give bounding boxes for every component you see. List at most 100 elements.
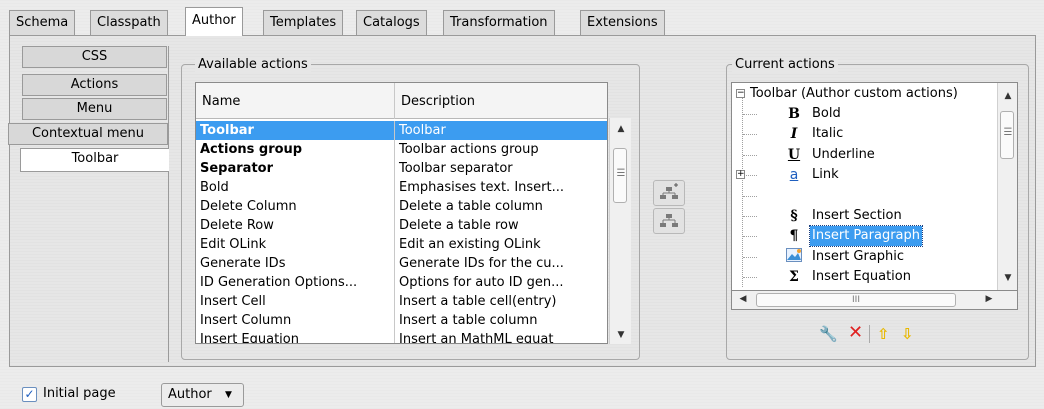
tab-classpath[interactable]: Classpath bbox=[90, 10, 168, 35]
tree-scroll-right-icon[interactable]: ▶ bbox=[982, 294, 996, 304]
tree-item-label: Insert Graphic bbox=[812, 249, 905, 264]
tree-item-label: Underline bbox=[812, 147, 875, 162]
cell-description: Insert an MathML equat bbox=[399, 332, 554, 344]
column-header-name[interactable]: Name bbox=[196, 83, 395, 119]
available-actions-table: Name Description Toolbar Toolbar Actions g… bbox=[195, 82, 608, 344]
tab-transformation[interactable]: Transformation bbox=[443, 10, 555, 35]
toolbar-divider bbox=[869, 325, 870, 343]
section-icon: § bbox=[790, 208, 798, 224]
expand-icon[interactable]: + bbox=[736, 170, 745, 179]
cell-description: Toolbar bbox=[399, 123, 446, 138]
scroll-up-icon[interactable]: ▲ bbox=[614, 124, 628, 134]
initial-page-value: Author bbox=[168, 387, 212, 402]
cell-name: Insert Column bbox=[196, 311, 395, 330]
edit-wrench-icon[interactable]: 🔧 bbox=[819, 325, 838, 343]
tree-guide-branch bbox=[743, 257, 757, 258]
tree-root[interactable]: − Toolbar (Author custom actions) bbox=[734, 84, 1004, 104]
tree-scroll-up-icon[interactable]: ▲ bbox=[1001, 91, 1015, 101]
tree-guide-branch bbox=[743, 216, 757, 217]
tree-vscrollbar[interactable]: ▲ ☰ ▼ bbox=[997, 83, 1017, 290]
tree-item-label: Insert Equation bbox=[812, 269, 911, 284]
tree-guide-branch bbox=[743, 134, 757, 135]
tree-hscrollbar[interactable]: ◀ III ▶ bbox=[731, 290, 1018, 310]
side-tabs-divider bbox=[168, 46, 169, 362]
tree-item-label: Bold bbox=[812, 106, 841, 121]
equation-icon: Σ bbox=[789, 269, 799, 285]
cell-description: Toolbar actions group bbox=[399, 142, 539, 157]
table-row[interactable]: Insert Equation Insert an MathML equat bbox=[196, 330, 607, 344]
tab-author[interactable]: Author bbox=[185, 7, 243, 36]
cell-description: Edit an existing OLink bbox=[399, 237, 541, 252]
tab-extensions[interactable]: Extensions bbox=[580, 10, 665, 35]
tree-root-label: Toolbar (Author custom actions) bbox=[750, 86, 958, 101]
underline-icon: U bbox=[787, 147, 801, 163]
move-up-icon[interactable]: ⇧ bbox=[877, 325, 890, 343]
tree-guide-branch bbox=[743, 277, 757, 278]
cell-name: Toolbar bbox=[196, 121, 395, 140]
tree-guide-branch bbox=[743, 114, 757, 115]
cell-name: Insert Equation bbox=[196, 330, 395, 343]
tree-item-label: Insert Paragraph bbox=[808, 225, 924, 247]
cell-name: Separator bbox=[196, 159, 395, 178]
column-header-description[interactable]: Description bbox=[395, 83, 607, 119]
cell-name: Insert Cell bbox=[196, 292, 395, 311]
cell-name: Generate IDs bbox=[196, 254, 395, 273]
current-actions-title: Current actions bbox=[732, 57, 838, 72]
table-row[interactable]: Separator Toolbar separator bbox=[196, 159, 607, 178]
remove-action-icon bbox=[660, 214, 678, 227]
table-row[interactable]: Insert Column Insert a table column bbox=[196, 311, 607, 330]
table-row[interactable]: Generate IDs Generate IDs for the cu... bbox=[196, 254, 607, 273]
cell-name: ID Generation Options... bbox=[196, 273, 395, 292]
add-action-button[interactable] bbox=[653, 180, 685, 206]
table-vscrollbar[interactable]: ▲ ☰ ▼ bbox=[609, 118, 631, 344]
bold-icon: B bbox=[788, 106, 800, 122]
delete-icon[interactable]: ✕ bbox=[848, 324, 863, 342]
table-row[interactable]: Insert Cell Insert a table cell(entry) bbox=[196, 292, 607, 311]
chevron-down-icon: ▼ bbox=[225, 390, 232, 400]
tree-guide-branch bbox=[743, 196, 757, 197]
italic-icon: I bbox=[790, 126, 798, 142]
side-tab-toolbar[interactable]: Toolbar bbox=[20, 148, 169, 172]
collapse-icon[interactable]: − bbox=[736, 89, 745, 98]
tree-item-label: Insert Section bbox=[812, 208, 902, 223]
remove-action-button[interactable] bbox=[653, 208, 685, 234]
tab-templates[interactable]: Templates bbox=[263, 10, 344, 35]
cell-description: Insert a table column bbox=[399, 313, 538, 328]
scroll-down-icon[interactable]: ▼ bbox=[614, 330, 628, 340]
cell-description: Toolbar separator bbox=[399, 161, 513, 176]
cell-description: Options for auto ID gen... bbox=[399, 275, 564, 290]
tab-catalogs[interactable]: Catalogs bbox=[356, 10, 427, 35]
cell-description: Insert a table cell(entry) bbox=[399, 294, 557, 309]
table-row[interactable]: Edit OLink Edit an existing OLink bbox=[196, 235, 607, 254]
side-tab-menu[interactable]: Menu bbox=[22, 98, 167, 120]
side-tab-contextual-menu[interactable]: Contextual menu bbox=[8, 123, 168, 145]
table-row[interactable]: Toolbar Toolbar bbox=[196, 121, 607, 140]
paragraph-icon: ¶ bbox=[789, 228, 799, 244]
tree-item-label: Link bbox=[812, 167, 839, 182]
available-actions-title: Available actions bbox=[195, 57, 311, 72]
table-row[interactable]: ID Generation Options... Options for auto… bbox=[196, 273, 607, 292]
table-row[interactable]: Delete Row Delete a table row bbox=[196, 216, 607, 235]
side-tab-css[interactable]: CSS bbox=[22, 46, 167, 68]
table-row[interactable]: Delete Column Delete a table column bbox=[196, 197, 607, 216]
graphic-icon bbox=[786, 248, 802, 266]
cell-description: Delete a table row bbox=[399, 218, 519, 233]
move-down-icon[interactable]: ⇩ bbox=[901, 325, 914, 343]
cell-name: Bold bbox=[196, 178, 395, 197]
tree-guide-line bbox=[742, 97, 743, 287]
initial-page-select[interactable]: Author ▼ bbox=[161, 383, 244, 407]
table-row[interactable]: Bold Emphasises text. Insert... bbox=[196, 178, 607, 197]
tab-schema[interactable]: Schema bbox=[9, 10, 76, 35]
tree-guide-branch bbox=[743, 155, 757, 156]
initial-page-checkbox[interactable]: ✓ bbox=[22, 387, 37, 402]
cell-name: Delete Column bbox=[196, 197, 395, 216]
cell-name: Delete Row bbox=[196, 216, 395, 235]
table-row[interactable]: Actions group Toolbar actions group bbox=[196, 140, 607, 159]
tree-item-label: Italic bbox=[812, 126, 844, 141]
add-action-icon bbox=[660, 183, 678, 199]
tree-hscroll-thumb[interactable]: III bbox=[756, 293, 956, 307]
side-tab-actions[interactable]: Actions bbox=[22, 74, 167, 96]
tree-scroll-down-icon[interactable]: ▼ bbox=[1001, 273, 1015, 283]
tree-scroll-left-icon[interactable]: ◀ bbox=[736, 294, 750, 304]
current-actions-tree: − Toolbar (Author custom actions) B Bold I… bbox=[731, 82, 1018, 310]
